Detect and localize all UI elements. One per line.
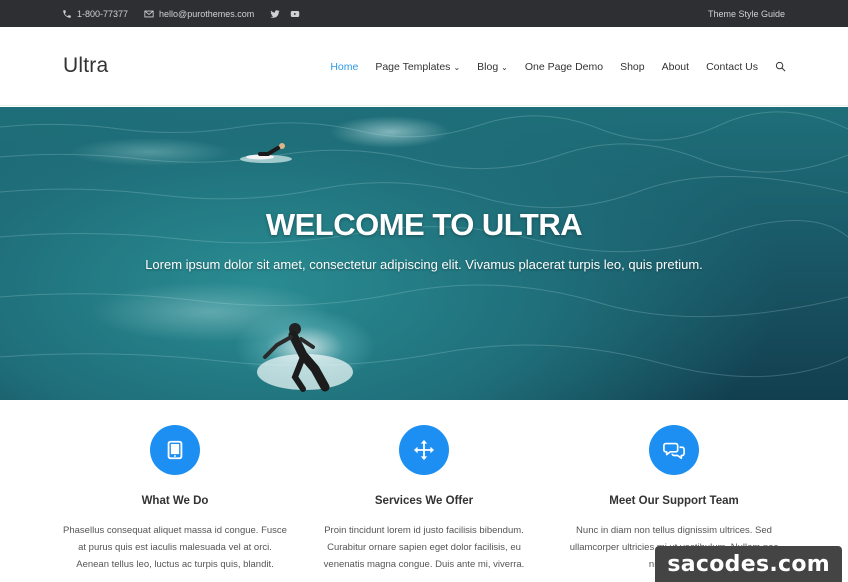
theme-style-guide-link[interactable]: Theme Style Guide (708, 0, 785, 27)
hero-title: WELCOME TO ULTRA (265, 207, 583, 242)
nav-item-page-templates[interactable]: Page Templates ⌄ (375, 61, 460, 73)
nav-item-label: One Page Demo (524, 60, 604, 73)
nav-item-shop[interactable]: Shop (620, 61, 645, 73)
feature-icon-circle (649, 425, 699, 475)
feature-text-line: Aenean tellus leo, luctus ac turpis quis… (76, 559, 274, 570)
chevron-down-icon: ⌄ (501, 63, 508, 72)
search-icon[interactable] (775, 61, 786, 72)
feature-icon-circle (150, 425, 200, 475)
feature-text-line: Nunc in diam non tellus dignissim ultric… (576, 525, 772, 536)
twitter-icon[interactable] (270, 9, 280, 19)
feature-text: Proin tincidunt lorem id justo facilisis… (299, 522, 549, 573)
chevron-down-icon: ⌄ (453, 63, 461, 72)
nav-item-label: About (661, 60, 690, 73)
nav-item-label: Blog (477, 60, 499, 73)
nav-item-blog[interactable]: Blog ⌄ (477, 61, 508, 73)
watermark: sacodes.com (655, 546, 842, 582)
chat-bubbles-icon (663, 442, 685, 460)
hero-subtitle: Lorem ipsum dolor sit amet, consectetur … (145, 257, 703, 272)
social-links (270, 9, 300, 19)
surfer-main (257, 323, 353, 392)
nav-item-home[interactable]: Home (330, 61, 358, 73)
feature-text-line: at purus quis est iaculis malesuada vel … (78, 542, 272, 553)
feature-text-line: Phasellus consequat aliquet massa id con… (63, 525, 287, 536)
nav-item-label: Contact Us (706, 60, 758, 73)
nav-item-label: Shop (620, 60, 645, 73)
ocean-texture (0, 111, 848, 378)
tablet-icon (167, 440, 183, 460)
feature-text-line: Curabitur ornare sapien eget dolor facil… (327, 542, 521, 553)
email-item[interactable]: hello@purothemes.com (144, 9, 254, 19)
envelope-icon (144, 9, 154, 19)
hero-banner: WELCOME TO ULTRA Lorem ipsum dolor sit a… (0, 107, 848, 400)
contact-info: 1-800-77377 hello@purothemes.com (62, 0, 300, 27)
feature-text-line: venenatis magna congue. Duis ante mi, vi… (323, 559, 525, 570)
nav-item-about[interactable]: About (662, 61, 689, 73)
move-arrows-icon (413, 439, 435, 461)
surfer-distant (240, 143, 292, 163)
site-header: Ultra Home Page Templates ⌄ Blog ⌄ One P… (0, 27, 848, 106)
main-nav: Home Page Templates ⌄ Blog ⌄ One Page De… (330, 27, 786, 106)
nav-item-contact-us[interactable]: Contact Us (706, 61, 758, 73)
top-bar: 1-800-77377 hello@purothemes.com Theme S… (0, 0, 848, 27)
feature-text: Phasellus consequat aliquet massa id con… (50, 522, 300, 573)
feature-icon-circle (399, 425, 449, 475)
email-address: hello@purothemes.com (159, 8, 255, 19)
nav-item-one-page-demo[interactable]: One Page Demo (525, 61, 603, 73)
phone-item[interactable]: 1-800-77377 (62, 9, 128, 19)
feature-title: Meet Our Support Team (609, 495, 739, 507)
phone-icon (62, 9, 72, 19)
youtube-icon[interactable] (290, 9, 300, 19)
feature-text-line: Proin tincidunt lorem id justo facilisis… (324, 525, 524, 536)
nav-item-label: Page Templates (375, 60, 451, 73)
feature-title: What We Do (141, 495, 209, 507)
nav-item-label: Home (330, 60, 359, 73)
feature-title: Services We Offer (374, 495, 474, 507)
site-logo[interactable]: Ultra (63, 54, 108, 78)
phone-number: 1-800-77377 (77, 8, 129, 19)
